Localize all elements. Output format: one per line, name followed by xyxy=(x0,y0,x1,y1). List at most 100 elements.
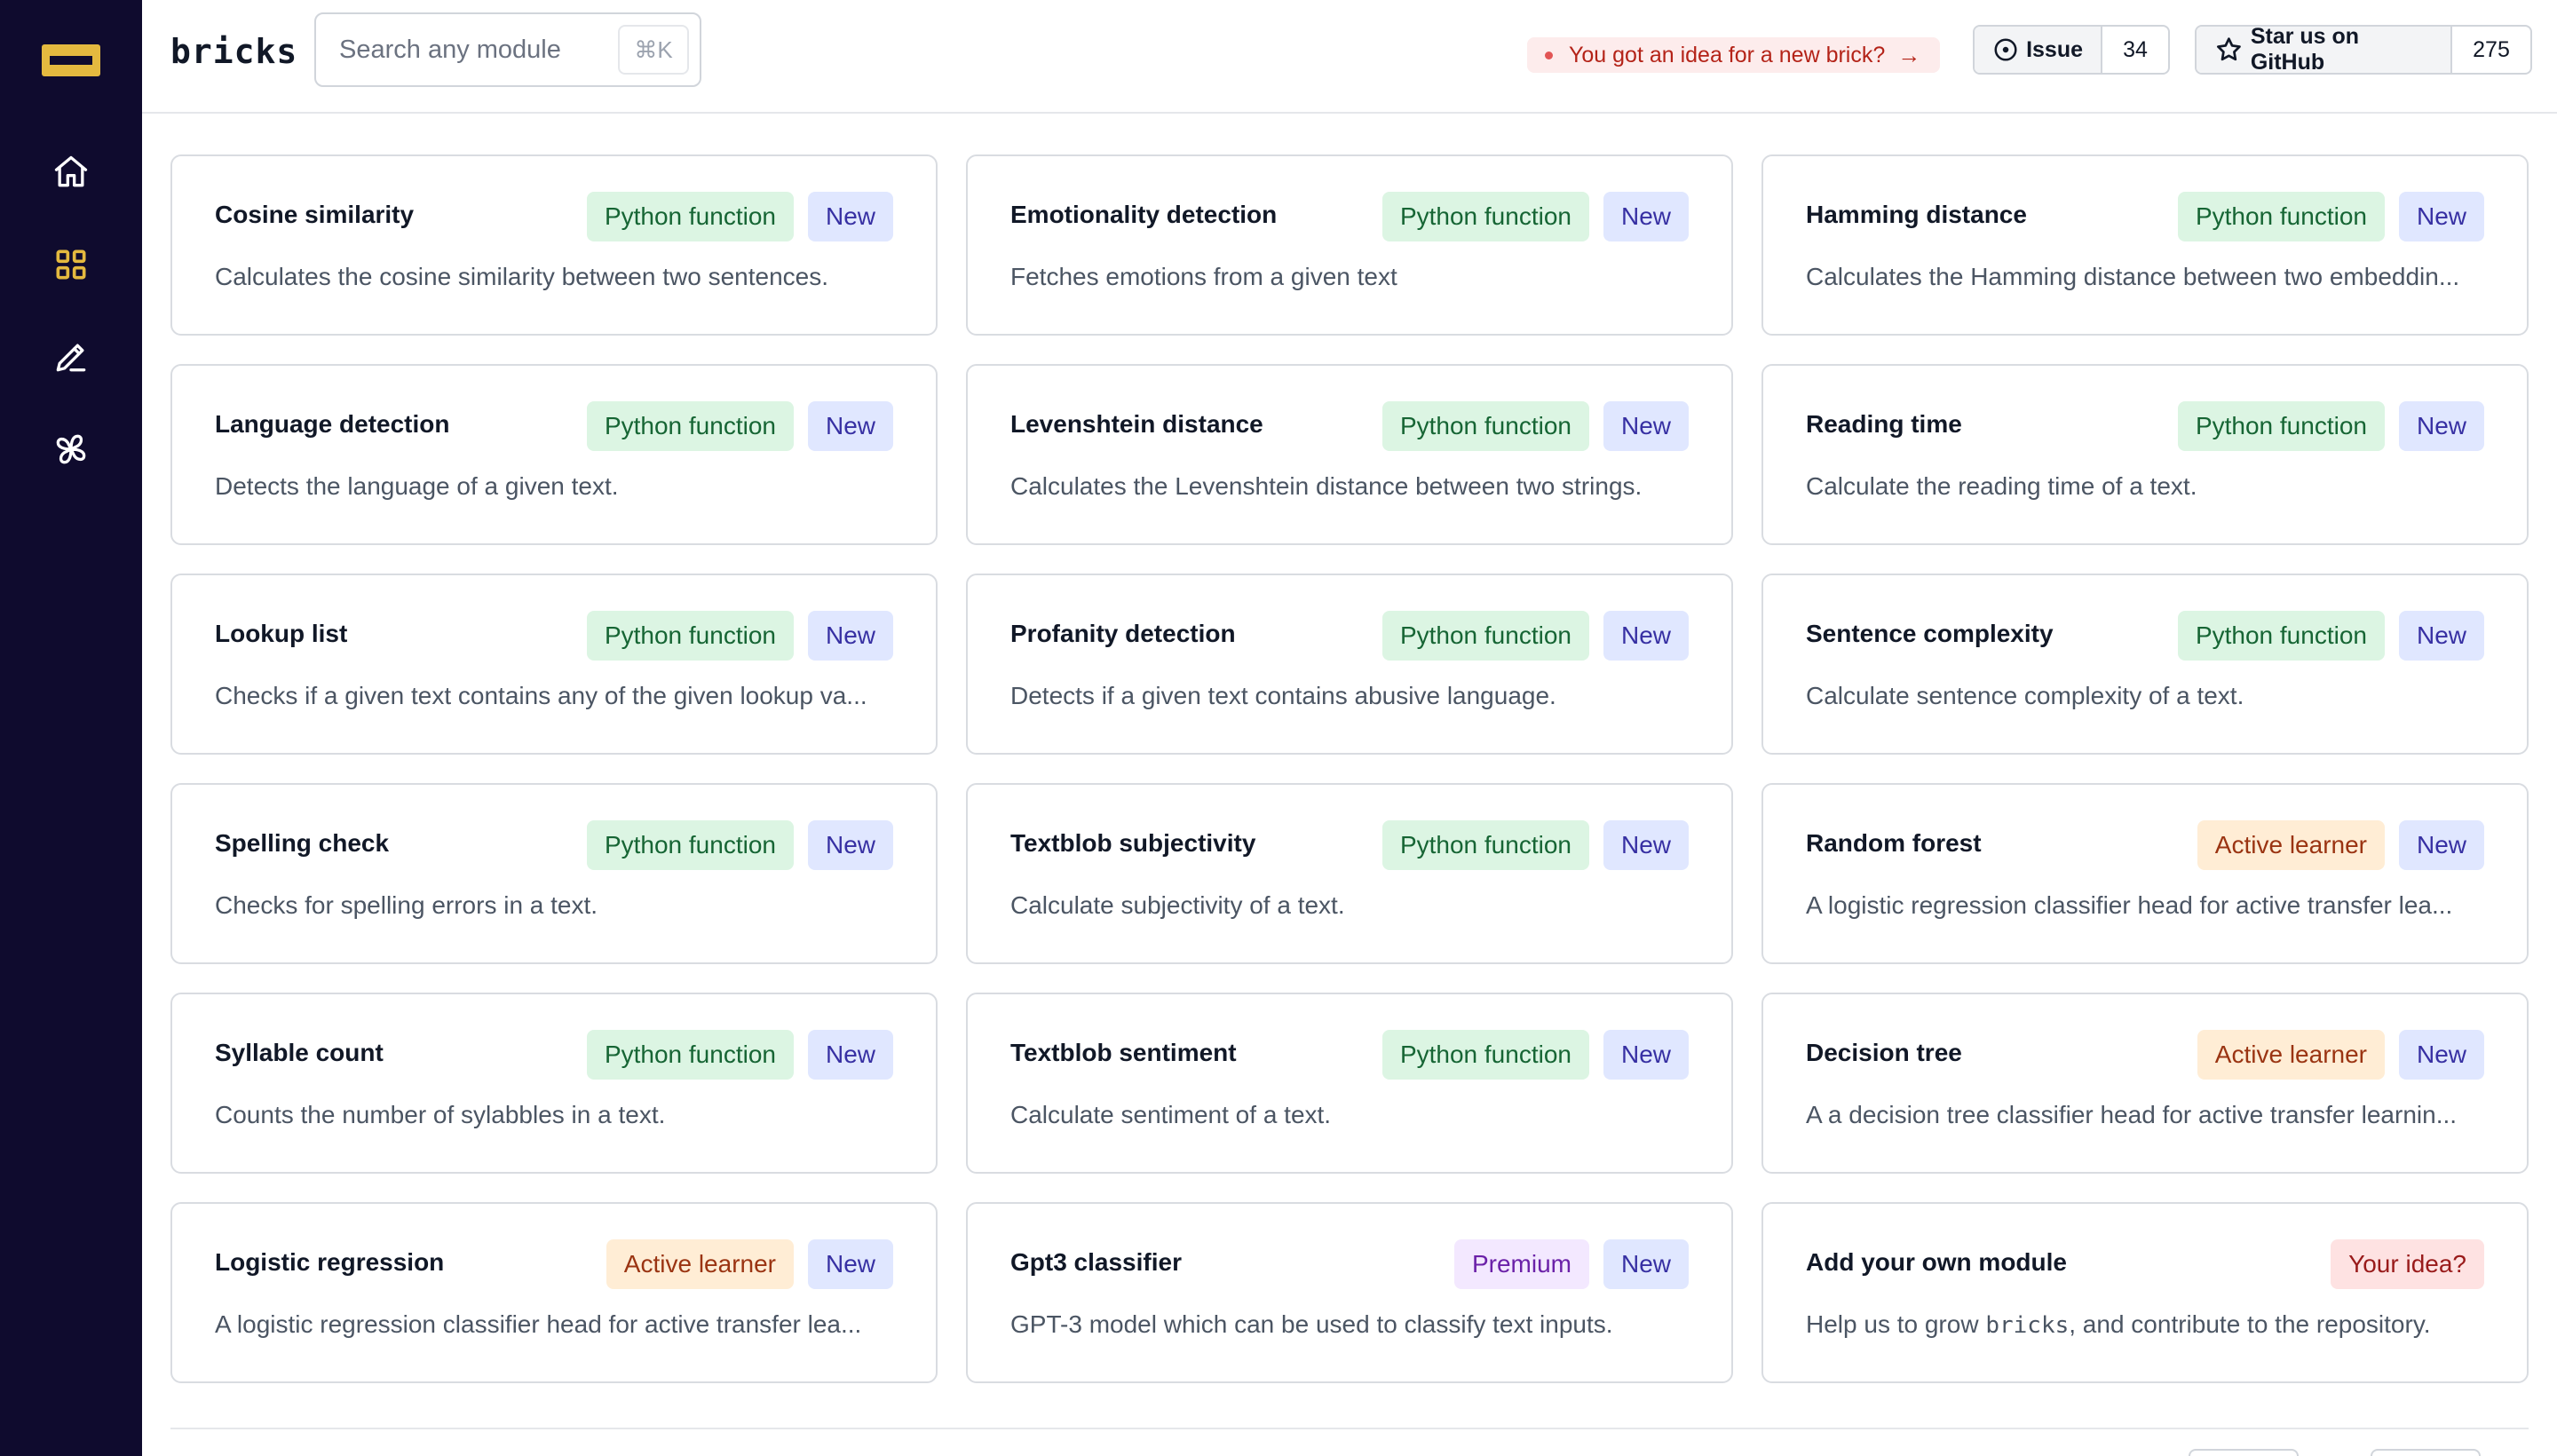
module-description: A logistic regression classifier head fo… xyxy=(1806,891,2453,919)
badge-new: New xyxy=(2398,192,2484,241)
home-icon xyxy=(54,155,88,187)
badge-new: New xyxy=(807,192,893,241)
module-title: Syllable count xyxy=(215,1039,384,1066)
module-badges: Python function New xyxy=(2177,611,2484,661)
module-description: Fetches emotions from a given text xyxy=(1010,263,1397,290)
description-text: Help us to grow xyxy=(1806,1310,1986,1338)
module-card[interactable]: Lookup list Python function New Checks if a… xyxy=(170,574,938,755)
module-card[interactable]: Emotionality detection Python function New… xyxy=(966,154,1733,336)
module-card[interactable]: Sentence complexity Python function New Cal… xyxy=(1761,574,2529,755)
nav-edit[interactable] xyxy=(46,332,96,382)
nav-home[interactable] xyxy=(46,147,96,197)
module-card[interactable]: Cosine similarity Python function New Calcu… xyxy=(170,154,938,336)
badge-python: Python function xyxy=(1381,611,1589,661)
search-box[interactable]: ⌘K xyxy=(314,12,701,87)
logo[interactable] xyxy=(42,44,100,76)
module-card[interactable]: Spelling check Python function New Checks f… xyxy=(170,783,938,964)
issue-circle-icon xyxy=(1994,38,2017,61)
module-badges: Python function New xyxy=(1381,1030,1689,1080)
module-badges: Python function New xyxy=(2177,192,2484,241)
module-card[interactable]: Reading time Python function New Calculate … xyxy=(1761,364,2529,545)
nav-pinwheel[interactable] xyxy=(46,424,96,474)
header: bricks ⌘K You got an idea for a new bric… xyxy=(142,0,2557,114)
badge-python: Python function xyxy=(1381,1030,1589,1080)
module-title: Textblob subjectivity xyxy=(1010,829,1256,857)
badge-new: New xyxy=(2398,820,2484,870)
badge-active: Active learner xyxy=(606,1239,794,1289)
module-title: Gpt3 classifier xyxy=(1010,1248,1182,1276)
module-badges: Python function New xyxy=(1381,401,1689,451)
module-description: A logistic regression classifier head fo… xyxy=(215,1310,862,1338)
badge-new: New xyxy=(1603,1030,1689,1080)
module-card[interactable]: Logistic regression Active learner New A lo… xyxy=(170,1202,938,1383)
module-card[interactable]: Gpt3 classifier Premium New GPT-3 model whi… xyxy=(966,1202,1733,1383)
module-badges: Your idea? xyxy=(2331,1239,2484,1289)
module-badges: Active learner New xyxy=(606,1239,893,1289)
issue-count[interactable]: 34 xyxy=(2102,27,2168,73)
module-title: Add your own module xyxy=(1806,1248,2067,1276)
badge-active: Active learner xyxy=(2197,1030,2385,1080)
module-badges: Active learner New xyxy=(2197,1030,2484,1080)
module-description: A a decision tree classifier head for ac… xyxy=(1806,1101,2458,1128)
pagination-previous-button[interactable] xyxy=(2189,1449,2299,1456)
module-title: Profanity detection xyxy=(1010,620,1236,647)
module-description: Calculate sentence complexity of a text. xyxy=(1806,682,2244,709)
module-card[interactable]: Language detection Python function New Dete… xyxy=(170,364,938,545)
badge-new: New xyxy=(1603,1239,1689,1289)
issue-button[interactable]: Issue xyxy=(1975,27,2102,73)
nav-modules[interactable] xyxy=(46,240,96,289)
badge-python: Python function xyxy=(1381,820,1589,870)
status-dot-icon xyxy=(1545,51,1553,59)
badge-python: Python function xyxy=(586,192,794,241)
badge-python: Python function xyxy=(2177,192,2385,241)
badge-python: Python function xyxy=(2177,401,2385,451)
module-badges: Active learner New xyxy=(2197,820,2484,870)
badge-premium: Premium xyxy=(1453,1239,1589,1289)
module-title: Hamming distance xyxy=(1806,201,2027,228)
badge-new: New xyxy=(807,401,893,451)
module-title: Sentence complexity xyxy=(1806,620,2054,647)
issue-button-group: Issue 34 xyxy=(1973,25,2170,75)
module-card[interactable]: Profanity detection Python function New Det… xyxy=(966,574,1733,755)
module-badges: Python function New xyxy=(586,611,893,661)
issue-label: Issue xyxy=(2026,36,2083,62)
module-title: Reading time xyxy=(1806,410,1962,438)
module-description: GPT-3 model which can be used to classif… xyxy=(1010,1310,1613,1338)
search-input[interactable] xyxy=(339,34,606,66)
github-star-count[interactable]: 275 xyxy=(2452,27,2530,73)
module-description: Help us to grow bricks, and contribute t… xyxy=(1806,1310,2490,1339)
module-description: Detects if a given text contains abusive… xyxy=(1010,682,1556,709)
module-card[interactable]: Levenshtein distance Python function New Ca… xyxy=(966,364,1733,545)
modules-grid-icon xyxy=(56,249,86,280)
badge-python: Python function xyxy=(586,1030,794,1080)
module-title: Language detection xyxy=(215,410,450,438)
module-card[interactable]: Syllable count Python function New Counts t… xyxy=(170,993,938,1174)
module-badges: Python function New xyxy=(1381,611,1689,661)
badge-python: Python function xyxy=(586,820,794,870)
module-title: Random forest xyxy=(1806,829,1982,857)
module-card[interactable]: Hamming distance Python function New Calcul… xyxy=(1761,154,2529,336)
module-badges: Premium New xyxy=(1453,1239,1689,1289)
new-brick-idea-link[interactable]: You got an idea for a new brick? → xyxy=(1527,37,1941,73)
module-title: Textblob sentiment xyxy=(1010,1039,1237,1066)
module-card[interactable]: Textblob sentiment Python function New Calc… xyxy=(966,993,1733,1174)
github-star-button[interactable]: Star us on GitHub xyxy=(2197,27,2452,73)
badge-new: New xyxy=(807,1030,893,1080)
module-description: Calculates the Hamming distance between … xyxy=(1806,263,2460,290)
badge-new: New xyxy=(1603,820,1689,870)
github-button-group: Star us on GitHub 275 xyxy=(2195,25,2532,75)
badge-idea: Your idea? xyxy=(2331,1239,2484,1289)
module-title: Lookup list xyxy=(215,620,348,647)
pinwheel-icon xyxy=(56,434,86,464)
pencil-edit-icon xyxy=(56,344,86,372)
arrow-right-icon: → xyxy=(1897,41,1921,68)
module-card[interactable]: Random forest Active learner New A logistic… xyxy=(1761,783,2529,964)
module-card[interactable]: Decision tree Active learner New A a decisi… xyxy=(1761,993,2529,1174)
badge-python: Python function xyxy=(586,401,794,451)
module-description: Counts the number of sylabbles in a text… xyxy=(215,1101,666,1128)
module-card[interactable]: Add your own module Your idea? Help us to … xyxy=(1761,1202,2529,1383)
idea-label: You got an idea for a new brick? xyxy=(1569,42,1886,67)
module-card[interactable]: Textblob subjectivity Python function New C… xyxy=(966,783,1733,964)
description-code: bricks xyxy=(1985,1312,2070,1339)
pagination-next-button[interactable] xyxy=(2371,1449,2481,1456)
